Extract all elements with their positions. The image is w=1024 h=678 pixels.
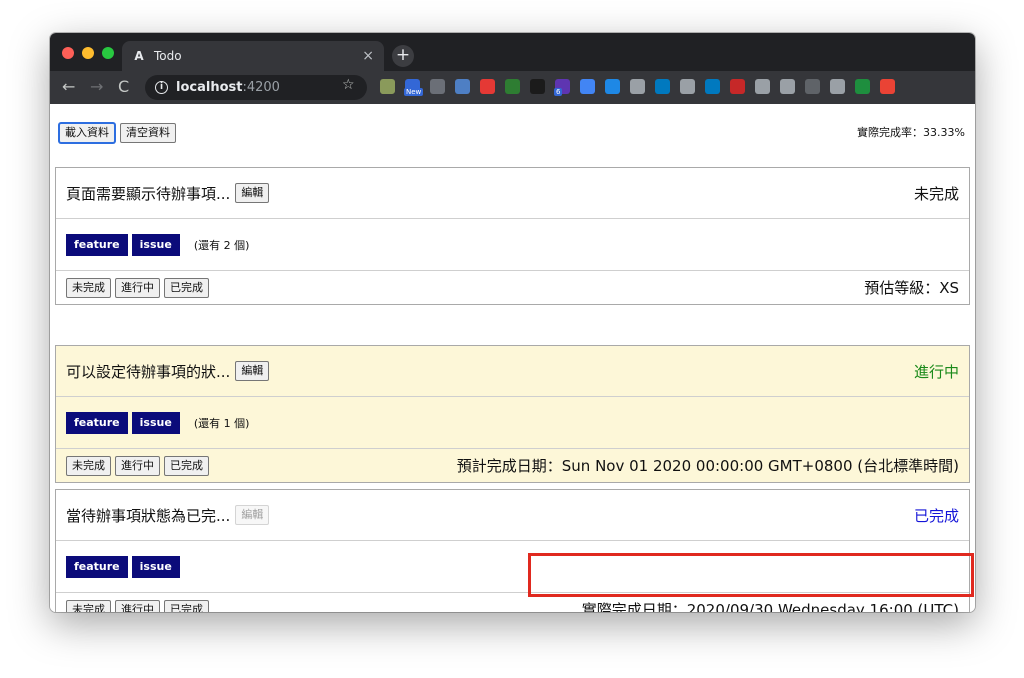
todo-status: 進行中 — [913, 362, 959, 381]
set-done-button[interactable]: 已完成 — [164, 599, 209, 612]
todo-card-header: 當待辦事項狀態為已完... 編輯 已完成 — [56, 490, 969, 541]
browser-toolbar: ← → C i localhost :4200 ☆ New 6 — [50, 71, 975, 104]
actual-finish-date: 實際完成日期：2020/09/30 Wednesday 16:00 (UTC) — [581, 601, 959, 612]
todo-card: 可以設定待辦事項的狀... 編輯 進行中 feature issue (還有 1… — [55, 345, 970, 483]
set-doing-button[interactable]: 進行中 — [115, 277, 160, 298]
trello-extension-icon[interactable] — [655, 79, 670, 94]
update-extension-icon[interactable] — [880, 79, 895, 94]
close-tab-icon[interactable]: × — [362, 48, 374, 64]
todo-title: 當待辦事項狀態為已完... — [66, 506, 231, 525]
back-arrow-icon[interactable]: ← — [62, 77, 75, 96]
block-extension-icon[interactable] — [480, 79, 495, 94]
tag-feature: feature — [66, 411, 128, 434]
phone-extension-icon[interactable] — [805, 79, 820, 94]
todo-card-header: 可以設定待辦事項的狀... 編輯 進行中 — [56, 346, 969, 397]
todo-title: 可以設定待辦事項的狀... — [66, 362, 231, 381]
set-todo-button[interactable]: 未完成 — [66, 277, 111, 298]
edit-button[interactable]: 編輯 — [235, 505, 270, 525]
abp-extension-icon[interactable] — [730, 79, 745, 94]
tab-todo[interactable]: A Todo × — [122, 41, 384, 71]
square-extension-icon[interactable] — [755, 79, 770, 94]
extension-badge: 6 — [554, 88, 563, 96]
angular-icon: A — [134, 49, 144, 63]
tag-feature: feature — [66, 555, 128, 578]
todo-app: 載入資料 清空資料 實際完成率：33.33% 頁面需要顯示待辦事項... 編輯 … — [50, 104, 975, 612]
todo-card-footer: 未完成 進行中 已完成 預計完成日期：Sun Nov 01 2020 00:00… — [56, 449, 969, 482]
pie-extension-icon[interactable]: 6 — [554, 79, 570, 96]
tag-feature: feature — [66, 233, 128, 256]
crop-extension-icon[interactable] — [505, 79, 520, 94]
todo-tags: feature issue (還有 2 個) — [56, 219, 969, 271]
load-data-button[interactable]: 載入資料 — [59, 123, 115, 143]
set-doing-button[interactable]: 進行中 — [115, 599, 160, 612]
url-host: localhost — [176, 80, 243, 95]
dot-extension-icon[interactable] — [630, 79, 645, 94]
leaf-extension-icon[interactable] — [380, 79, 395, 94]
todo-card: 頁面需要顯示待辦事項... 編輯 未完成 feature issue (還有 2… — [55, 167, 970, 305]
set-doing-button[interactable]: 進行中 — [115, 455, 160, 476]
extensions-bar: New 6 — [380, 79, 895, 96]
tab-title: Todo — [154, 49, 182, 63]
edit-button[interactable]: 編輯 — [235, 361, 270, 381]
tab-strip: A Todo × + — [50, 33, 975, 71]
grid-extension-icon[interactable] — [680, 79, 695, 94]
profile-extension-icon[interactable] — [855, 79, 870, 94]
copy-extension-icon[interactable] — [580, 79, 595, 94]
reload-icon[interactable]: C — [118, 77, 129, 96]
zoom-window-button[interactable] — [102, 47, 114, 59]
tag-issue: issue — [131, 555, 180, 578]
extension-badge: New — [404, 88, 424, 96]
set-done-button[interactable]: 已完成 — [164, 455, 209, 476]
puzzle-extension-icon[interactable] — [830, 79, 845, 94]
window-controls — [62, 47, 114, 59]
todo-card-footer: 未完成 進行中 已完成 預估等級：XS — [56, 271, 969, 304]
clear-data-button[interactable]: 清空資料 — [120, 123, 176, 143]
browser-window: A Todo × + ← → C i localhost :4200 ☆ New… — [50, 33, 975, 612]
trello2-extension-icon[interactable] — [705, 79, 720, 94]
set-todo-button[interactable]: 未完成 — [66, 599, 111, 612]
card-extension-icon[interactable] — [605, 79, 620, 94]
edit-button[interactable]: 編輯 — [235, 183, 270, 203]
data-actions: 載入資料 清空資料 — [59, 123, 176, 143]
window-extension-icon[interactable] — [455, 79, 470, 94]
completion-rate: 實際完成率：33.33% — [857, 126, 965, 139]
info-icon[interactable]: i — [155, 81, 168, 94]
close-window-button[interactable] — [62, 47, 74, 59]
bookmark-star-icon[interactable]: ☆ — [342, 77, 355, 93]
url-port: :4200 — [242, 80, 280, 95]
new-extension-icon[interactable]: New — [404, 79, 424, 96]
todo-status: 已完成 — [913, 506, 959, 525]
estimate-level: 預估等級：XS — [864, 279, 959, 297]
tag-issue: issue — [131, 411, 180, 434]
minimize-window-button[interactable] — [82, 47, 94, 59]
highlight-annotation — [528, 553, 974, 597]
todo-card-header: 頁面需要顯示待辦事項... 編輯 未完成 — [56, 168, 969, 219]
check-extension-icon[interactable] — [780, 79, 795, 94]
address-bar[interactable]: i localhost :4200 — [145, 75, 367, 100]
forward-arrow-icon[interactable]: → — [90, 77, 103, 96]
new-tab-button[interactable]: + — [392, 45, 414, 67]
seal-extension-icon[interactable] — [430, 79, 445, 94]
todo-tags: feature issue (還有 1 個) — [56, 397, 969, 449]
set-todo-button[interactable]: 未完成 — [66, 455, 111, 476]
planned-finish-date: 預計完成日期：Sun Nov 01 2020 00:00:00 GMT+0800… — [456, 457, 959, 475]
more-tags-count: (還有 2 個) — [193, 238, 250, 252]
todo-status: 未完成 — [913, 184, 959, 203]
dark-extension-icon[interactable] — [530, 79, 545, 94]
set-done-button[interactable]: 已完成 — [164, 277, 209, 298]
more-tags-count: (還有 1 個) — [193, 416, 250, 430]
tag-issue: issue — [131, 233, 180, 256]
todo-title: 頁面需要顯示待辦事項... — [66, 184, 231, 203]
